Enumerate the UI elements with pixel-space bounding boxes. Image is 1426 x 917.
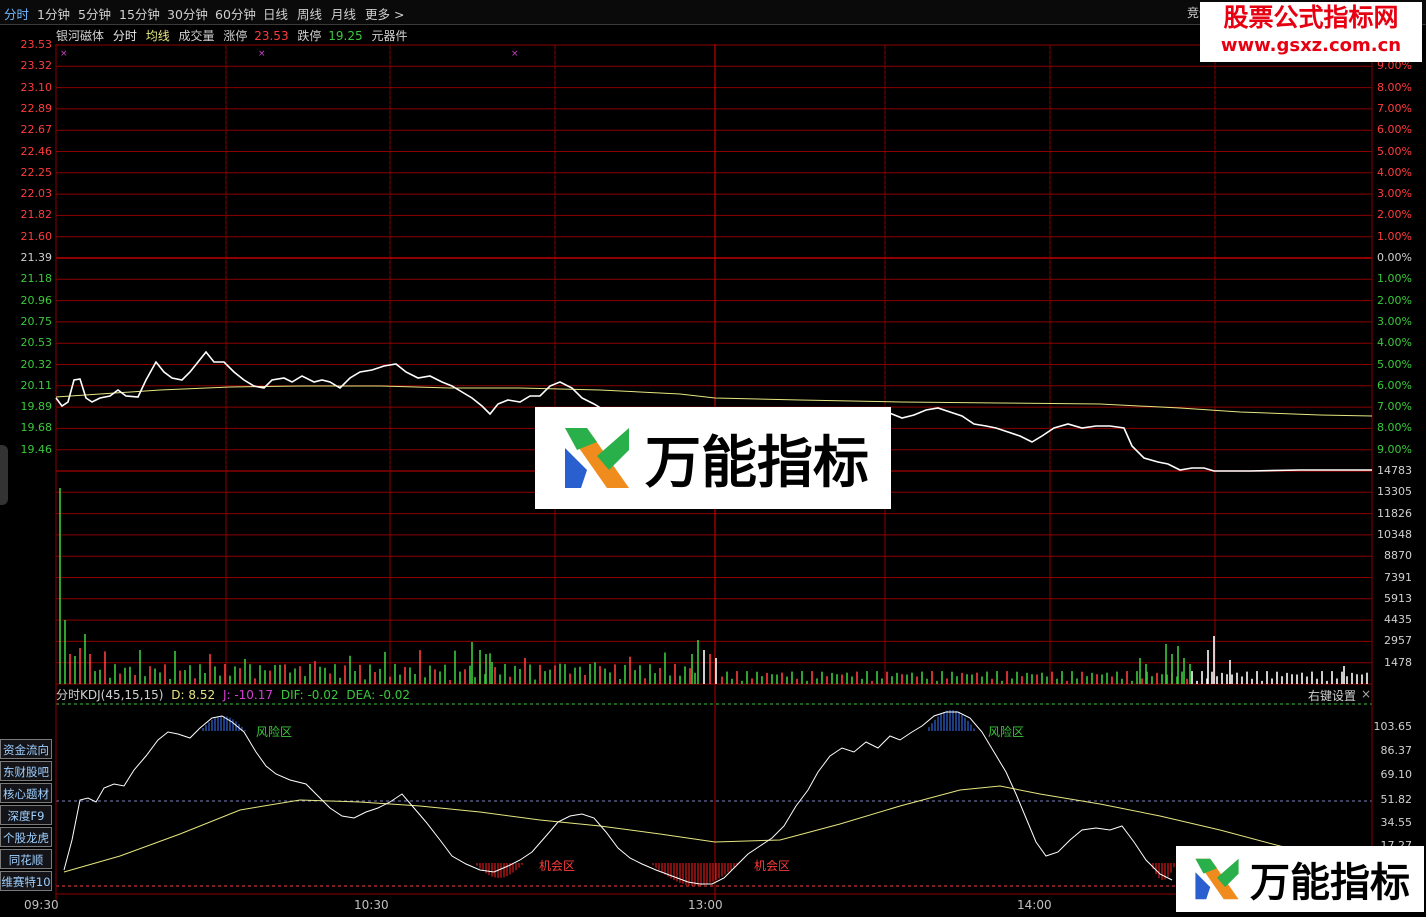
side-button-fund-flow[interactable]: 资金流向 — [0, 739, 52, 759]
time-label: 09:30 — [24, 898, 59, 912]
percent-tick: 2.00% — [1377, 293, 1412, 307]
price-tick: 22.89 — [20, 101, 53, 115]
kdj-zones — [202, 710, 1175, 886]
percent-tick: 3.00% — [1377, 314, 1412, 328]
price-tick: 22.67 — [20, 123, 53, 137]
price-tick: 20.53 — [20, 336, 53, 350]
kdj-header: 分时KDJ(45,15,15) D: 8.52 J: -10.17 DIF: -… — [56, 686, 414, 703]
price-tick: 23.10 — [20, 80, 53, 94]
marker-cross: × — [511, 49, 519, 59]
price-tick: 23.32 — [20, 59, 53, 73]
time-label: 13:00 — [688, 898, 723, 912]
volume-tick: 7391 — [1384, 570, 1412, 584]
close-icon[interactable]: × — [1361, 687, 1371, 701]
kdj-tick: 51.82 — [1380, 793, 1413, 806]
price-tick: 21.82 — [20, 208, 53, 222]
percent-tick: 8.00% — [1377, 421, 1412, 435]
price-tick: 20.32 — [20, 357, 53, 371]
percent-tick: 1.00% — [1377, 272, 1412, 286]
side-button-wst[interactable]: 维赛特10 — [0, 871, 52, 891]
price-tick: 20.96 — [20, 293, 53, 307]
kdj-title[interactable]: 分时KDJ(45,15,15) — [56, 688, 163, 702]
volume-tick: 8870 — [1384, 549, 1412, 563]
volume-bars — [59, 488, 1368, 684]
price-tick: 22.03 — [20, 187, 53, 201]
percent-tick: 9.00% — [1377, 442, 1412, 456]
side-button-forum[interactable]: 东财股吧 — [0, 761, 52, 781]
chance-zone-label: 机会区 — [539, 859, 576, 873]
logo-title: 万能指标 — [645, 430, 869, 496]
percent-tick: 2.00% — [1377, 208, 1412, 222]
volume-tick: 13305 — [1377, 485, 1412, 499]
side-panel-handle[interactable] — [0, 445, 8, 505]
price-tick: 20.11 — [20, 378, 53, 392]
corner-logo-banner: 万能指标 — [1176, 846, 1424, 912]
kdj-d-value: D: 8.52 — [171, 688, 216, 702]
side-button-dragon-tiger[interactable]: 个股龙虎 — [0, 827, 52, 847]
side-button-f9[interactable]: 深度F9 — [0, 805, 52, 825]
marker-crosses: × × × — [60, 49, 519, 59]
price-tick: 19.46 — [20, 442, 53, 456]
percent-tick: 4.00% — [1377, 336, 1412, 350]
price-tick: 22.46 — [20, 144, 53, 158]
percent-tick: 5.00% — [1377, 144, 1412, 158]
percent-tick: 5.00% — [1377, 357, 1412, 371]
volume-tick: 4435 — [1384, 613, 1412, 627]
logo-icon — [1195, 858, 1239, 900]
site-watermark: 股票公式指标网 www.gsxz.com.cn — [1200, 2, 1422, 62]
time-label: 10:30 — [354, 898, 389, 912]
percent-tick: 8.00% — [1377, 80, 1412, 94]
price-tick: 19.89 — [20, 400, 53, 414]
percent-tick: 4.00% — [1377, 165, 1412, 179]
side-button-ths[interactable]: 同花顺 — [0, 849, 52, 869]
settings-link[interactable]: 右键设置 — [1308, 687, 1356, 704]
logo-title: 万能指标 — [1250, 860, 1410, 906]
risk-zone-label: 风险区 — [988, 725, 1025, 739]
price-tick: 19.68 — [20, 421, 53, 435]
marker-cross: × — [258, 49, 266, 59]
center-logo-banner: 万能指标 — [535, 407, 891, 509]
volume-tick: 2957 — [1384, 634, 1412, 648]
watermark-url: www.gsxz.com.cn — [1220, 35, 1402, 56]
price-tick: 21.18 — [20, 272, 53, 286]
marker-cross: × — [60, 49, 68, 59]
percent-tick: 6.00% — [1377, 123, 1412, 137]
price-tick: 22.25 — [20, 165, 53, 179]
kdj-tick: 34.55 — [1380, 816, 1413, 829]
kdj-dif-value: DIF: -0.02 — [280, 688, 339, 702]
percent-tick: 1.00% — [1377, 229, 1412, 243]
side-button-core-theme[interactable]: 核心题材 — [0, 783, 52, 803]
volume-tick: 1478 — [1384, 655, 1412, 669]
kdj-j-value: J: -10.17 — [222, 688, 274, 702]
watermark-title: 股票公式指标网 — [1223, 3, 1399, 32]
price-tick: 21.60 — [20, 229, 53, 243]
price-tick: 21.39 — [20, 251, 53, 264]
kdj-d-line — [63, 785, 1301, 873]
volume-tick: 5913 — [1384, 591, 1412, 605]
volume-tick: 11826 — [1377, 506, 1412, 520]
kdj-tick: 103.65 — [1373, 720, 1413, 733]
chance-zone-label: 机会区 — [754, 859, 791, 873]
percent-tick: 0.00% — [1377, 251, 1412, 264]
kdj-dea-value: DEA: -0.02 — [346, 688, 411, 702]
volume-tick: 10348 — [1377, 527, 1412, 541]
time-label: 14:00 — [1017, 898, 1052, 912]
kdj-tick: 86.37 — [1380, 744, 1413, 757]
price-tick: 23.53 — [20, 38, 53, 51]
percent-tick: 3.00% — [1377, 187, 1412, 201]
percent-tick: 6.00% — [1377, 378, 1412, 392]
percent-tick: 7.00% — [1377, 101, 1412, 115]
logo-icon — [565, 428, 629, 488]
price-tick: 20.75 — [20, 314, 53, 328]
percent-tick: 7.00% — [1377, 400, 1412, 414]
risk-zone-label: 风险区 — [256, 725, 293, 739]
volume-tick: 14783 — [1377, 464, 1412, 477]
kdj-tick: 69.10 — [1380, 768, 1413, 781]
